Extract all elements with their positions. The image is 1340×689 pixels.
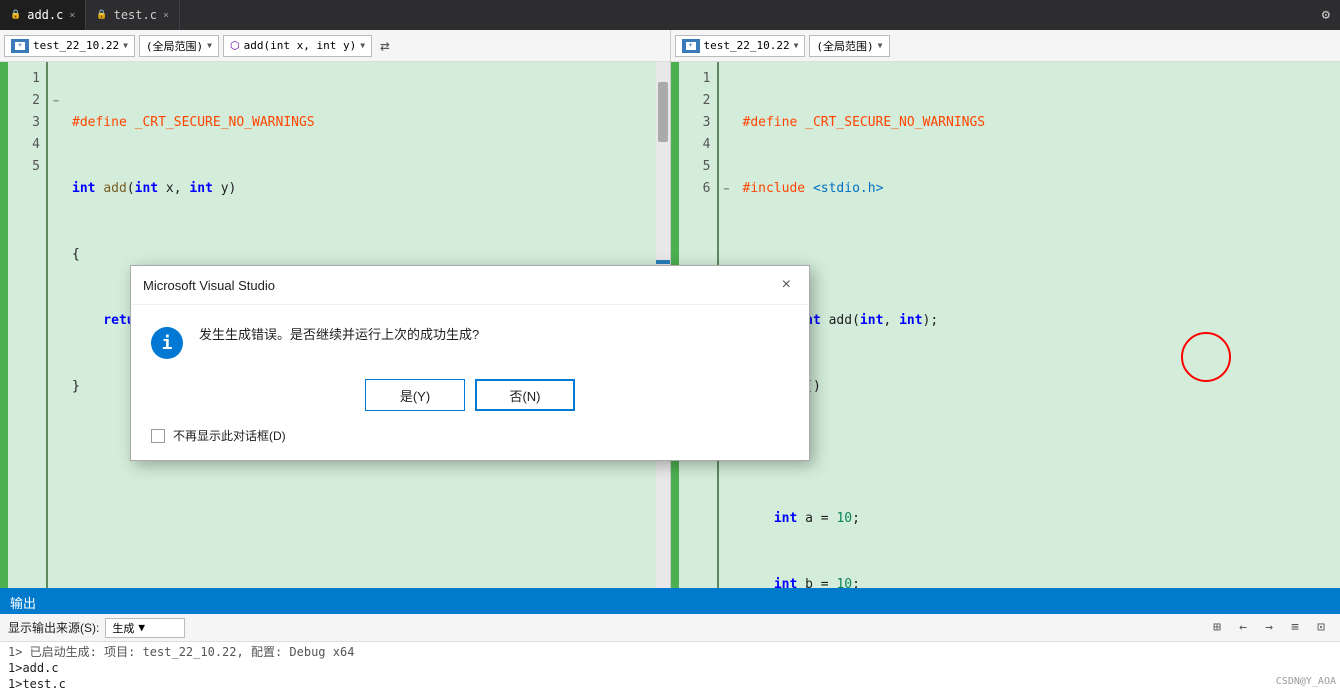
- dialog-message: 发生生成错误。是否继续并运行上次的成功生成?: [199, 325, 479, 346]
- tab-add-c-label: add.c: [27, 8, 63, 22]
- dialog-titlebar: Microsoft Visual Studio ×: [131, 266, 809, 305]
- left-margin-indicator: [0, 62, 8, 588]
- output-line-3: 1>test.c: [8, 676, 1332, 689]
- left-dropdown2-arrow: ▼: [207, 41, 212, 50]
- dialog-close-button[interactable]: ×: [776, 274, 797, 296]
- collapse-icon-line2[interactable]: −: [48, 90, 64, 112]
- output-header: 输出: [0, 590, 1340, 614]
- right-scope-dropdown[interactable]: + test_22_10.22 ▼: [675, 35, 806, 57]
- tab-pin-icon: 🔒: [10, 10, 21, 20]
- tab-bar: 🔒 add.c × 🔒 test.c × ⚙: [0, 0, 1340, 30]
- code-line-2: int add(int x, int y): [72, 178, 648, 200]
- dialog-buttons: 是(Y) 否(N): [131, 379, 809, 427]
- output-icon-3[interactable]: →: [1258, 617, 1280, 639]
- right-dropdown1-arrow: ▼: [794, 41, 799, 50]
- left-scope-dropdown[interactable]: + test_22_10.22 ▼: [4, 35, 135, 57]
- output-line-1: 1> 已启动生成: 项目: test_22_10.22, 配置: Debug x…: [8, 644, 1332, 660]
- watermark: CSDN@Y_AOA: [1276, 676, 1336, 687]
- dialog-checkbox-label: 不再显示此对话框(D): [173, 427, 286, 444]
- left-scope-icon: +: [11, 39, 29, 53]
- collapse-icons: −: [48, 62, 64, 588]
- tab-test-c[interactable]: 🔒 test.c ×: [86, 0, 180, 30]
- output-icon-2[interactable]: ←: [1232, 617, 1254, 639]
- output-toolbar: 显示输出来源(S): 生成 ▼ ⊞ ← → ≡ ⊡: [0, 614, 1340, 642]
- right-code-line-3: [743, 244, 1333, 266]
- left-line-numbers: 1 2 3 4 5: [8, 62, 48, 588]
- output-icon-buttons: ⊞ ← → ≡ ⊡: [1206, 617, 1332, 639]
- dialog-info-icon: i: [151, 327, 183, 359]
- output-line-2: 1>add.c: [8, 660, 1332, 676]
- dialog-checkbox[interactable]: [151, 429, 165, 443]
- tab-test-pin-icon: 🔒: [96, 10, 107, 20]
- tab-add-c[interactable]: 🔒 add.c ×: [0, 0, 86, 30]
- right-editor-toolbar: + test_22_10.22 ▼ (全局范围) ▼: [671, 30, 1340, 62]
- output-icon-4[interactable]: ≡: [1284, 617, 1306, 639]
- right-collapse-icon[interactable]: −: [719, 178, 735, 200]
- tab-test-c-label: test.c: [114, 8, 157, 22]
- right-code-line-4: extern int add(int, int);: [743, 310, 1333, 332]
- code-line-1: #define _CRT_SECURE_NO_WARNINGS: [72, 112, 648, 134]
- dialog-yes-button[interactable]: 是(Y): [365, 379, 465, 411]
- right-code-content[interactable]: #define _CRT_SECURE_NO_WARNINGS #include…: [735, 62, 1340, 588]
- left-function-dropdown[interactable]: ⬡ add(int x, int y) ▼: [223, 35, 372, 57]
- left-editor-toolbar: + test_22_10.22 ▼ (全局范围) ▼ ⬡ add(int x, …: [0, 30, 670, 62]
- right-code-line-8: int b = 10;: [743, 574, 1333, 588]
- right-code-line-5: int main(): [743, 376, 1333, 398]
- right-code-line-1: #define _CRT_SECURE_NO_WARNINGS: [743, 112, 1333, 134]
- left-dropdown3-arrow: ▼: [360, 41, 365, 50]
- output-source-label: 显示输出来源(S):: [8, 619, 99, 636]
- right-code-line-7: int a = 10;: [743, 508, 1333, 530]
- dialog-no-button[interactable]: 否(N): [475, 379, 575, 411]
- dialog-title: Microsoft Visual Studio: [143, 278, 275, 293]
- tab-test-c-close[interactable]: ×: [163, 10, 169, 21]
- code-line-3: {: [72, 244, 648, 266]
- output-icon-5[interactable]: ⊡: [1310, 617, 1332, 639]
- right-code-line-2: #include <stdio.h>: [743, 178, 1333, 200]
- current-line-indicator: [656, 260, 670, 264]
- right-code-line-6: {: [743, 442, 1333, 464]
- dialog-body: i 发生生成错误。是否继续并运行上次的成功生成?: [131, 305, 809, 379]
- left-dropdown1-arrow: ▼: [123, 41, 128, 50]
- output-icon-1[interactable]: ⊞: [1206, 617, 1228, 639]
- output-dropdown-arrow: ▼: [138, 621, 145, 634]
- dialog-checkbox-row: 不再显示此对话框(D): [131, 427, 809, 460]
- right-dropdown2-arrow: ▼: [878, 41, 883, 50]
- output-content: 1> 已启动生成: 项目: test_22_10.22, 配置: Debug x…: [0, 642, 1340, 689]
- gear-icon[interactable]: ⚙: [1312, 7, 1340, 23]
- tab-add-c-close[interactable]: ×: [69, 10, 75, 21]
- left-scrollbar-thumb[interactable]: [658, 82, 668, 142]
- output-panel: 输出 显示输出来源(S): 生成 ▼ ⊞ ← → ≡ ⊡ 1> 已启动生成: 项…: [0, 588, 1340, 689]
- left-scope-dropdown2[interactable]: (全局范围) ▼: [139, 35, 219, 57]
- right-scope-icon: +: [682, 39, 700, 53]
- output-source-dropdown[interactable]: 生成 ▼: [105, 618, 185, 638]
- right-scope-dropdown2[interactable]: (全局范围) ▼: [809, 35, 889, 57]
- swap-panes-button[interactable]: ⇄: [376, 36, 394, 55]
- dialog: Microsoft Visual Studio × i 发生生成错误。是否继续并…: [130, 265, 810, 461]
